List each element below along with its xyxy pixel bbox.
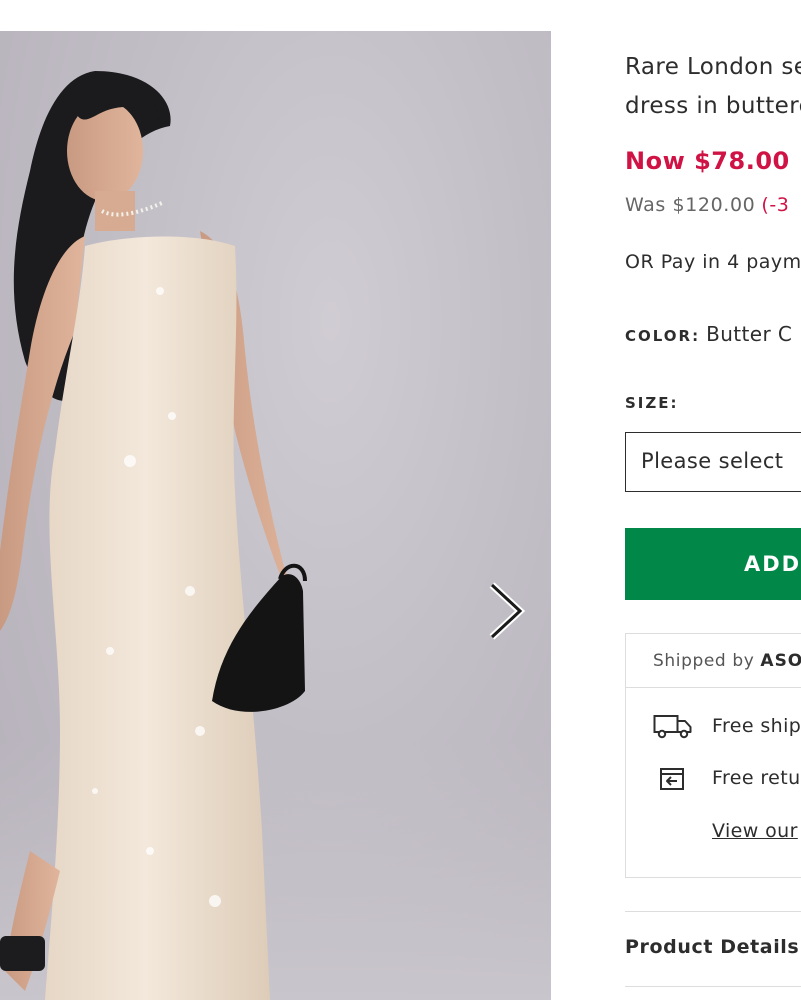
free-shipping-text: Free shipp xyxy=(712,715,801,737)
discount-percent: (-3 xyxy=(761,194,790,216)
shipped-by-brand: ASO xyxy=(760,651,801,671)
product-details-accordion[interactable]: Product Details xyxy=(625,936,799,958)
product-title-line-1: Rare London se xyxy=(625,54,801,80)
size-label: SIZE: xyxy=(625,394,679,412)
divider xyxy=(625,986,801,987)
previous-price: Was $120.00 (-3 xyxy=(625,194,790,216)
divider xyxy=(625,911,801,912)
shipping-info-box: Shipped by ASO Free shipp Free retur Vie… xyxy=(625,633,801,878)
product-title: Rare London se dress in butterc xyxy=(625,48,801,126)
was-price-text: Was $120.00 xyxy=(625,194,756,216)
color-value: Butter C xyxy=(706,322,793,346)
view-delivery-info-link[interactable]: View our xyxy=(712,820,798,842)
shipped-by-prefix: Shipped by xyxy=(653,651,755,671)
product-info-panel: Rare London se dress in butterc Now $78.… xyxy=(625,0,801,1000)
product-image-gallery xyxy=(0,31,551,1000)
product-photo xyxy=(0,71,307,1000)
size-select[interactable]: Please select xyxy=(625,432,801,492)
chevron-right-icon xyxy=(489,582,526,640)
color-row: COLOR: Butter C xyxy=(625,322,792,346)
shipped-by: Shipped by ASO xyxy=(626,634,801,688)
pay-in-installments: OR Pay in 4 paym xyxy=(625,251,801,273)
next-image-button[interactable] xyxy=(484,579,528,643)
current-price: Now $78.00 xyxy=(625,147,790,175)
add-to-bag-button[interactable]: ADD xyxy=(625,528,801,600)
color-label: COLOR: xyxy=(625,327,701,345)
product-title-line-2: dress in butterc xyxy=(625,93,801,119)
free-returns-text: Free retur xyxy=(712,767,801,789)
return-box-icon xyxy=(660,768,684,790)
delivery-truck-icon xyxy=(653,715,692,739)
